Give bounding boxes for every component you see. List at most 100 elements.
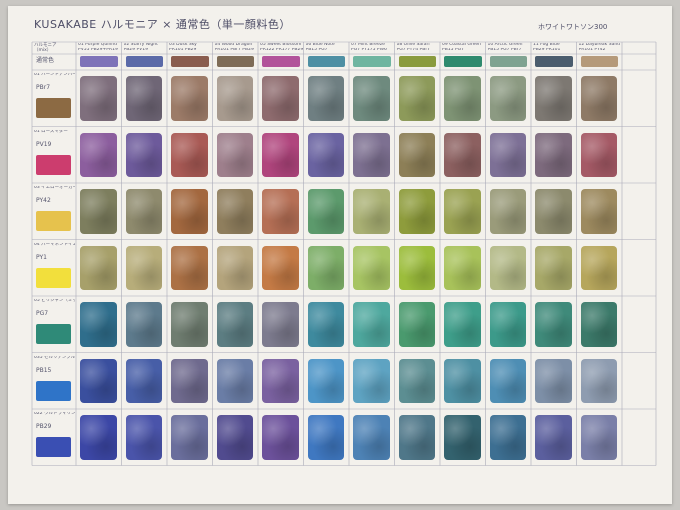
paint-swatch xyxy=(171,76,208,121)
paint-swatch xyxy=(535,245,572,290)
row-color-chip xyxy=(36,154,71,175)
paint-swatch xyxy=(216,245,253,290)
paint-swatch xyxy=(307,76,344,121)
row-pigment: PB15 xyxy=(36,366,52,374)
paint-swatch xyxy=(580,76,617,121)
paint-swatch xyxy=(353,132,390,177)
paint-swatch xyxy=(535,358,572,403)
row-pigment: PBr7 xyxy=(36,84,51,91)
base-color-chip xyxy=(353,56,391,67)
corner-label: ハルモニア （mix） xyxy=(34,43,57,53)
paint-swatch xyxy=(580,358,617,403)
paint-swatch xyxy=(353,245,390,290)
paint-swatch xyxy=(489,189,526,234)
paint-swatch xyxy=(444,245,481,290)
paint-swatch xyxy=(171,132,208,177)
paint-swatch xyxy=(80,132,117,177)
column-label: 02 Starry Night xyxy=(123,43,158,47)
paint-swatch xyxy=(580,245,617,290)
column-label: 04 Wood Dragon xyxy=(214,43,253,47)
paint-swatch xyxy=(398,245,435,290)
paint-swatch xyxy=(580,302,617,347)
row-label: 03 イエローオーカー xyxy=(34,186,75,190)
column-pigments: PR101 PB29 xyxy=(169,48,197,52)
paint-swatch xyxy=(80,245,117,290)
paint-swatch xyxy=(489,132,526,177)
column-label: 12 Daybreak Sand xyxy=(578,43,621,47)
base-color-chip xyxy=(489,56,527,67)
row-label: 01 ローズマダー xyxy=(34,129,68,134)
paint-swatch xyxy=(535,189,572,234)
paint-swatch xyxy=(535,132,572,177)
paint-swatch xyxy=(216,132,253,177)
row-color-chip xyxy=(36,324,71,344)
column-pigments: PB15 PG7 xyxy=(305,48,328,52)
paint-swatch xyxy=(125,302,162,347)
paint-swatch xyxy=(171,415,208,460)
paint-swatch xyxy=(398,132,435,177)
paint-swatch xyxy=(353,189,390,234)
paint-swatch xyxy=(489,245,526,290)
paint-swatch xyxy=(262,245,299,290)
paint-swatch xyxy=(307,302,344,347)
column-label: 05 Sweet Blossom xyxy=(260,43,302,47)
row-label: 04 パーマネントイエローライト xyxy=(34,242,75,247)
column-label: 09 Coastal Green xyxy=(442,43,481,47)
paint-swatch xyxy=(262,302,299,347)
paint-swatch xyxy=(262,415,299,460)
column-pigments: PR101 PY42 xyxy=(578,48,606,52)
paint-swatch xyxy=(398,189,435,234)
column-label: 06 Blue Note xyxy=(305,43,335,47)
paint-swatch xyxy=(444,132,481,177)
paint-swatch xyxy=(80,76,117,121)
paint-swatch xyxy=(398,415,435,460)
paint-swatch xyxy=(262,189,299,234)
paint-swatch xyxy=(262,132,299,177)
base-color-chip xyxy=(535,56,573,67)
paint-swatch xyxy=(580,132,617,177)
base-color-chip xyxy=(307,56,345,67)
paint-swatch xyxy=(125,358,162,403)
row-color-chip xyxy=(36,380,71,401)
base-color-chip xyxy=(80,56,118,67)
paint-swatch xyxy=(444,358,481,403)
base-color-chip xyxy=(580,56,618,67)
paint-swatch xyxy=(353,302,390,347)
row-color-chip xyxy=(36,437,71,457)
paint-swatch xyxy=(444,189,481,234)
column-label: 08 Olive Safari xyxy=(396,43,430,47)
row-pigment: PY1 xyxy=(36,253,47,261)
column-pigments: PB29 PV19 xyxy=(123,48,148,52)
paint-swatch xyxy=(80,358,117,403)
column-pigments: PG7 PY74 PBr7 xyxy=(396,48,431,52)
paint-swatch xyxy=(580,415,617,460)
column-label: 03 Dusk Sky xyxy=(169,43,197,47)
paint-swatch xyxy=(398,76,435,121)
paint-swatch xyxy=(489,415,526,460)
paint-swatch xyxy=(489,76,526,121)
column-pigments: PR122 PR177 PB29 xyxy=(260,48,303,52)
row-pigment: PG7 xyxy=(36,310,49,317)
column-label: 11 Fog Blue xyxy=(533,43,560,47)
paint-swatch xyxy=(125,245,162,290)
base-color-chip xyxy=(216,56,254,67)
paint-swatch xyxy=(125,76,162,121)
paint-swatch xyxy=(489,302,526,347)
paint-swatch xyxy=(580,189,617,234)
paint-swatch xyxy=(262,76,299,121)
paint-swatch xyxy=(307,358,344,403)
row-label: 022 ウルトラマリンブルー xyxy=(34,412,75,416)
column-pigments: PB15 PG7 PBr7 xyxy=(487,48,522,52)
paint-swatch xyxy=(80,415,117,460)
paint-swatch xyxy=(444,302,481,347)
row-color-chip xyxy=(36,98,71,118)
paint-swatch xyxy=(353,358,390,403)
base-row-label: 通常色 xyxy=(36,57,55,64)
paint-swatch xyxy=(444,76,481,121)
row-color-chip xyxy=(36,267,71,288)
paint-swatch xyxy=(216,415,253,460)
paint-swatch xyxy=(125,132,162,177)
paint-swatch xyxy=(307,245,344,290)
row-label: 05 ビリジャン（ミックス） xyxy=(34,299,75,303)
base-color-chip xyxy=(171,56,209,67)
